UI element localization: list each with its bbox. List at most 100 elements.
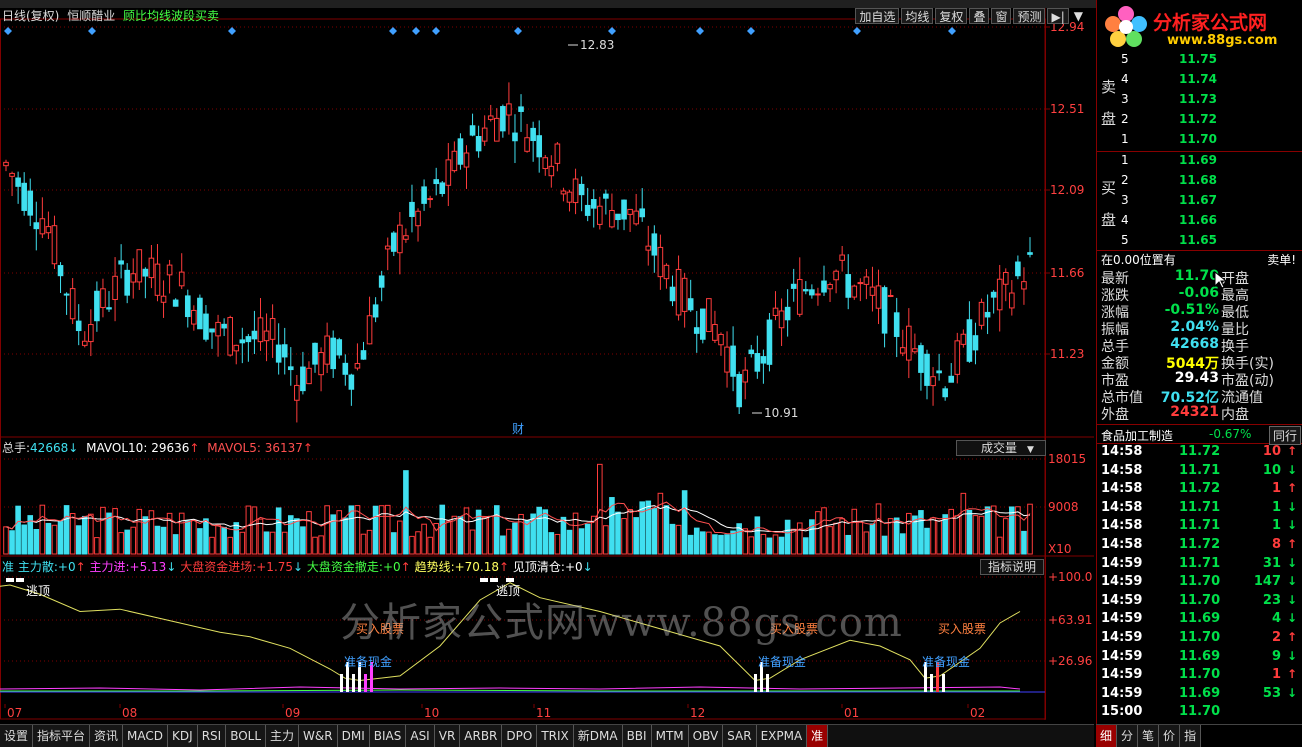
indicator-tab[interactable]: 准 [807,725,829,747]
right-tab[interactable]: 价 [1159,725,1181,747]
volume-bar [409,535,415,555]
candle-body [936,370,942,374]
volume-bar [536,506,543,555]
low-label: 10.91 [764,406,798,420]
tick-price: 11.71 [1179,462,1221,478]
volume-bar [924,527,930,555]
right-tab[interactable]: 细 [1096,725,1118,747]
candle-body [784,306,791,321]
volume-bar [130,526,137,555]
candle-body [136,249,143,283]
volume-bar [88,513,94,555]
ma-button[interactable]: 均线 [901,8,934,24]
volume-bar [1021,530,1027,555]
indicator-tab[interactable]: VR [434,725,461,747]
indicator-tab[interactable]: W&R [299,725,338,747]
indicator-tab[interactable]: ARBR [460,725,503,747]
indicator-tab[interactable]: KDJ [168,725,198,747]
volume-bar [663,505,670,555]
indicator-tab[interactable]: DMI [337,725,370,747]
indicator-tab[interactable]: BBI [622,725,652,747]
indicator-tab[interactable]: 设置 [0,725,34,747]
add-watchlist-button[interactable]: 加自选 [855,8,900,24]
volume-bar [21,524,27,555]
candle-body [360,350,367,360]
candle-body [94,290,100,322]
volume-bar [712,534,718,555]
tick-price: 11.72 [1179,481,1221,497]
right-tab[interactable]: 笔 [1138,725,1160,747]
mavol10-value: 29636 [151,441,190,455]
overlay-button[interactable]: 叠 [969,8,990,24]
indicator-tab[interactable]: TRIX [537,725,574,747]
volume-bar [81,515,88,555]
candle-body [281,344,288,358]
price-axis-label: 11.66 [1050,266,1084,280]
candle-body [645,245,652,251]
expand-button[interactable]: ▶| [1047,8,1069,24]
signal-diamond-icon [4,27,12,35]
volume-select[interactable]: 成交量 ▼ [956,440,1046,456]
volume-bar [136,508,143,555]
chevron-down-icon[interactable]: ▼ [1071,8,1086,24]
volume-bar [899,533,906,555]
tick-price: 11.71 [1179,499,1221,515]
indicator-tab[interactable]: BIAS [369,725,407,747]
quote-value: 29.43 [1174,370,1219,386]
tick-list[interactable]: 14:58 11.72 10 ↑ 14:58 11.71 10 ↓ 14:58 11.72 1 ↑ 14… [1097,444,1302,724]
adjust-button[interactable]: 复权 [935,8,968,24]
candle-body [809,289,815,296]
signal-diamond-icon [432,27,440,35]
volume-bar [784,519,791,555]
candle-body [621,199,627,220]
indicator-tab[interactable]: BOLL [226,725,267,747]
candle-body [481,127,488,142]
tick-row: 14:58 11.72 1 ↑ [1097,481,1302,500]
volume-bar [560,516,567,555]
volume-bar [500,535,506,555]
sector-name: 食品加工制造 [1101,429,1174,443]
indicator-tab[interactable]: 主力 [266,725,300,747]
indicator-tab[interactable]: MTM [651,725,689,747]
volume-bar [354,505,361,555]
bid-level: 3 [1121,193,1129,207]
indicator-tab-bar: 设置 指标平台 资讯 MACD KDJ RSI BOLL 主力 W&R DMI BIAS ASI VR A… [0,724,1094,747]
indicator-tab[interactable]: RSI [197,725,227,747]
window-button[interactable]: 窗 [991,8,1012,24]
quote-value: 2.04% [1170,319,1219,335]
tick-price: 11.71 [1179,555,1221,571]
indicator-tab[interactable]: DPO [502,725,538,747]
indicator-tab[interactable]: EXPMA [756,725,808,747]
indicator-tab[interactable]: ASI [406,725,435,747]
tick-price: 11.70 [1179,667,1221,683]
indicator-tab[interactable]: 资讯 [90,725,124,747]
peer-tab[interactable]: 同行 [1268,426,1301,445]
candle-body [924,353,930,386]
candle-body [966,319,973,362]
volume-bar [524,519,530,555]
indicator-tab[interactable]: MACD [123,725,169,747]
indicator-explain-button[interactable]: 指标说明 [980,559,1044,575]
bid-price: 11.65 [1179,233,1217,247]
candle-body [457,138,464,165]
ask-price: 11.72 [1179,112,1217,126]
sector-row[interactable]: 食品加工制造 -0.67% 同行 [1097,424,1302,445]
right-tab[interactable]: 分 [1117,725,1139,747]
candle-body [639,208,646,218]
forecast-button[interactable]: 预测 [1013,8,1046,24]
down-arrow-icon: ↓ [1286,648,1297,663]
indicator-tab[interactable]: SAR [723,725,757,747]
ind-label-2: 主力进: [89,560,130,574]
indicator-tab[interactable]: OBV [688,725,724,747]
right-tab[interactable]: 指 [1180,725,1202,747]
indicator-tab[interactable]: 新DMA [573,725,623,747]
volume-bar [15,505,21,555]
candle-body [469,125,476,136]
volume-bar [390,532,397,555]
quote-value: 11.70 [1174,268,1219,284]
indicator-tab[interactable]: 指标平台 [33,725,91,747]
candle-body [687,298,694,311]
candle-body [106,307,112,310]
volume-bar [766,537,773,555]
volume-bar [548,532,555,555]
